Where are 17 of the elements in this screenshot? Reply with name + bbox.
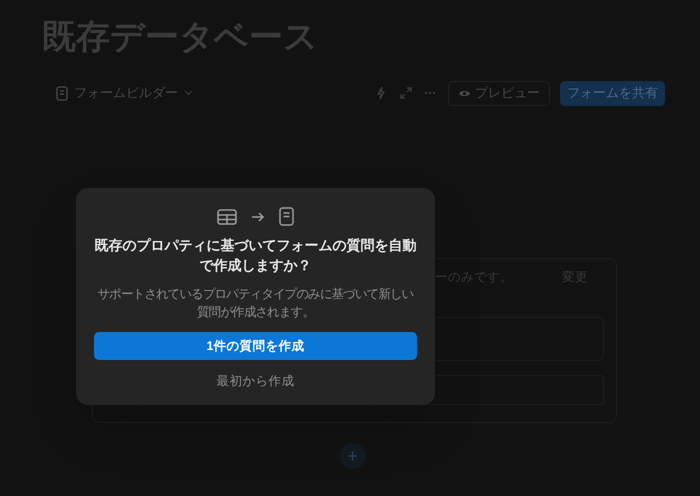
view-switcher[interactable]: フォームビルダー xyxy=(52,83,197,103)
add-button[interactable]: + xyxy=(340,443,366,469)
expand-icon[interactable] xyxy=(400,87,412,99)
create-questions-button[interactable]: 1件の質問を作成 xyxy=(94,332,417,360)
document-icon xyxy=(279,207,294,226)
share-button[interactable]: フォームを共有 xyxy=(560,80,665,106)
arrow-right-icon xyxy=(251,210,265,222)
lightning-icon[interactable] xyxy=(376,86,386,100)
more-icon[interactable] xyxy=(424,91,436,95)
dialog-description: サポートされているプロパティタイプのみに基づいて新しい質問が作成されます。 xyxy=(96,286,414,321)
document-icon xyxy=(56,86,68,100)
table-icon xyxy=(217,208,237,224)
start-from-scratch-button[interactable]: 最初から作成 xyxy=(210,367,300,395)
preview-button[interactable]: プレビュー xyxy=(448,80,550,106)
chevron-down-icon xyxy=(184,90,193,96)
dialog-heading: 既存のプロパティに基づいてフォームの質問を自動で作成しますか？ xyxy=(94,236,417,275)
eye-icon xyxy=(458,88,471,98)
